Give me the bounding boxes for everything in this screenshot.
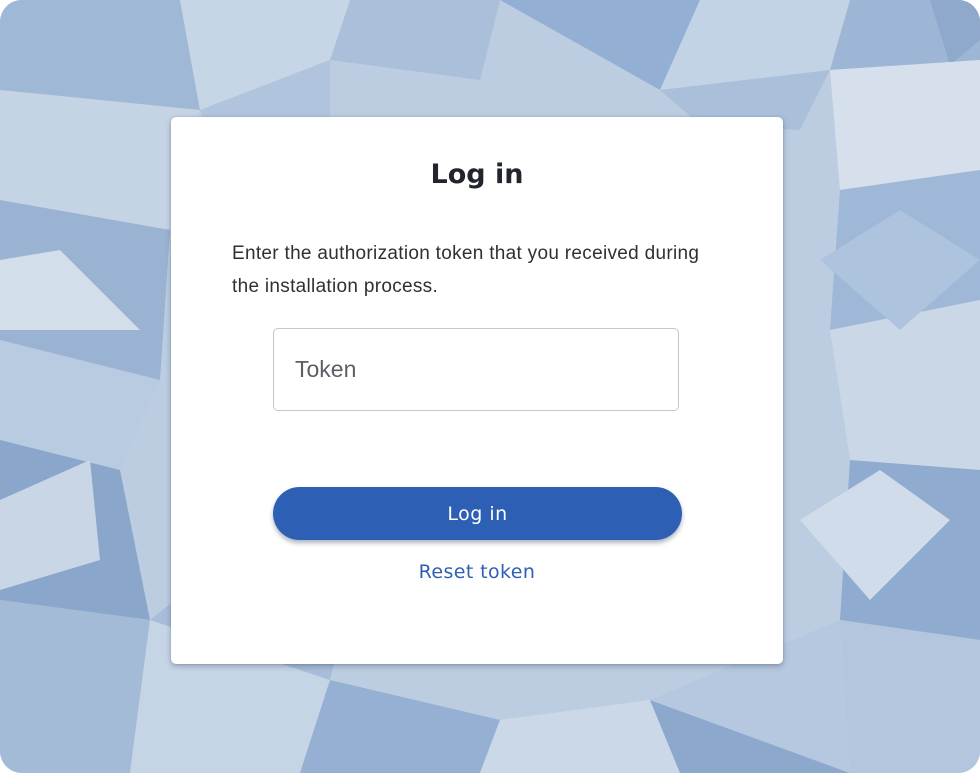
token-input[interactable] [274, 329, 678, 410]
page-title: Log in [430, 159, 524, 190]
login-card: Log in Enter the authorization token tha… [171, 117, 783, 664]
login-button[interactable]: Log in [273, 487, 682, 540]
app-window: Log in Enter the authorization token tha… [0, 0, 980, 773]
instructions-text: Enter the authorization token that you r… [232, 243, 700, 297]
reset-token-link[interactable]: Reset token [171, 558, 783, 586]
token-field[interactable] [273, 328, 679, 411]
